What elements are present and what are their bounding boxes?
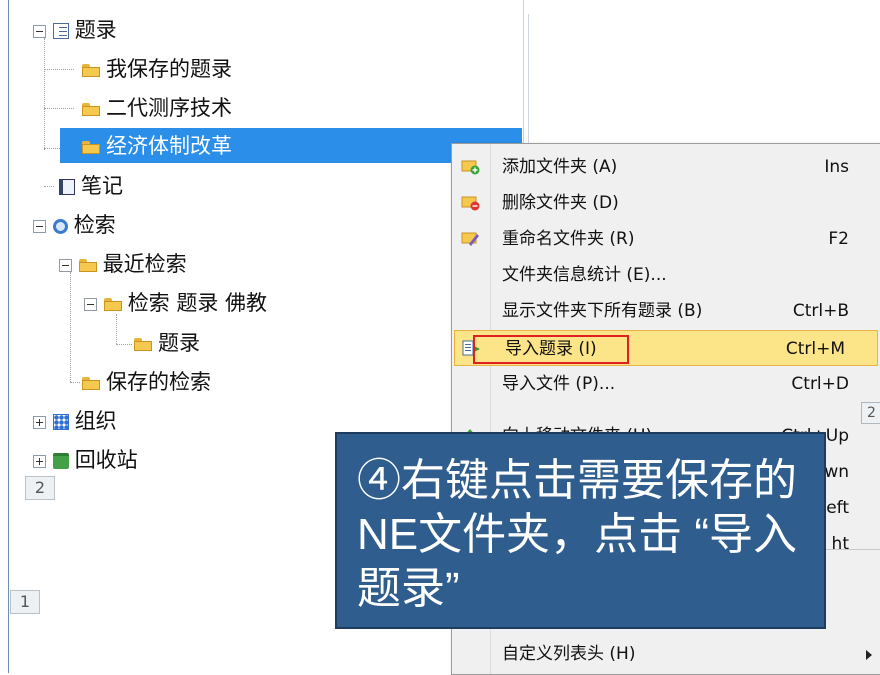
tree-item-economic-reform[interactable]: 经济体制改革 [82, 129, 232, 163]
add-folder-icon [461, 160, 480, 175]
collapse-icon[interactable] [84, 297, 97, 311]
tree-item-search[interactable]: 检索 [33, 208, 116, 242]
tree-line [70, 382, 80, 383]
tree-item-recycle-bin[interactable]: 回收站 [33, 443, 138, 477]
page-indicator[interactable]: 2 [25, 476, 55, 500]
instruction-callout-text: ④右键点击需要保存的NE文件夹，点击 “导入题录” [357, 456, 797, 613]
folder-icon [134, 337, 152, 351]
org-icon [52, 414, 69, 430]
delete-folder-icon [461, 196, 480, 211]
recycle-bin-icon [52, 453, 69, 469]
submenu-arrow-icon [866, 650, 872, 660]
list-icon [52, 23, 69, 39]
menu-item-show-all-records[interactable]: 显示文件夹下所有题录 (B) Ctrl+B [452, 293, 880, 329]
tree-item-search-buddhism[interactable]: 检索 题录 佛教 [84, 286, 267, 320]
expand-icon[interactable] [33, 454, 46, 468]
tree-item-records[interactable]: 题录 [33, 13, 117, 47]
tree-line [70, 272, 71, 382]
menu-item-delete-folder[interactable]: 删除文件夹 (D) [452, 185, 880, 221]
folder-icon [82, 63, 100, 77]
folder-icon [82, 140, 100, 154]
tree-item-saved-search[interactable]: 保存的检索 [82, 365, 211, 399]
instruction-callout: ④右键点击需要保存的NE文件夹，点击 “导入题录” [335, 432, 826, 629]
tree-item-notes[interactable]: 笔记 [59, 169, 123, 203]
search-icon [52, 218, 68, 234]
tree-line [44, 38, 45, 150]
note-icon [59, 179, 75, 195]
tree-item-organization[interactable]: 组织 [33, 404, 117, 438]
rename-icon [461, 232, 479, 246]
scroll-indicator[interactable]: 2 [861, 402, 880, 424]
menu-item-rename-folder[interactable]: 重命名文件夹 (R) F2 [452, 221, 880, 257]
folder-icon [78, 258, 97, 272]
tree-item-search-records[interactable]: 题录 [134, 326, 200, 360]
tree-line [44, 186, 54, 187]
collapse-icon[interactable] [33, 219, 46, 233]
annotation-red-box [473, 335, 629, 364]
folder-icon [82, 102, 100, 116]
menu-item-folder-stats[interactable]: 文件夹信息统计 (E)... [452, 257, 880, 293]
tree-line [44, 69, 74, 70]
tree-item-ngs[interactable]: 二代测序技术 [82, 91, 232, 125]
collapse-icon[interactable] [59, 258, 72, 272]
menu-item-import-file[interactable]: 导入文件 (P)... Ctrl+D [452, 366, 880, 402]
menu-item-add-folder[interactable]: 添加文件夹 (A) Ins [452, 149, 880, 185]
tree-item-my-saved-records[interactable]: 我保存的题录 [82, 52, 232, 86]
menu-item-customize-columns[interactable]: 自定义列表头 (H) [452, 636, 880, 672]
folder-icon [103, 297, 122, 311]
tree-line [44, 108, 74, 109]
expand-icon[interactable] [33, 415, 46, 429]
collapse-icon[interactable] [33, 24, 46, 38]
folder-icon [82, 376, 100, 390]
tree-item-recent-search[interactable]: 最近检索 [59, 247, 187, 281]
tree-line [116, 344, 132, 345]
page-indicator[interactable]: 1 [10, 590, 40, 614]
